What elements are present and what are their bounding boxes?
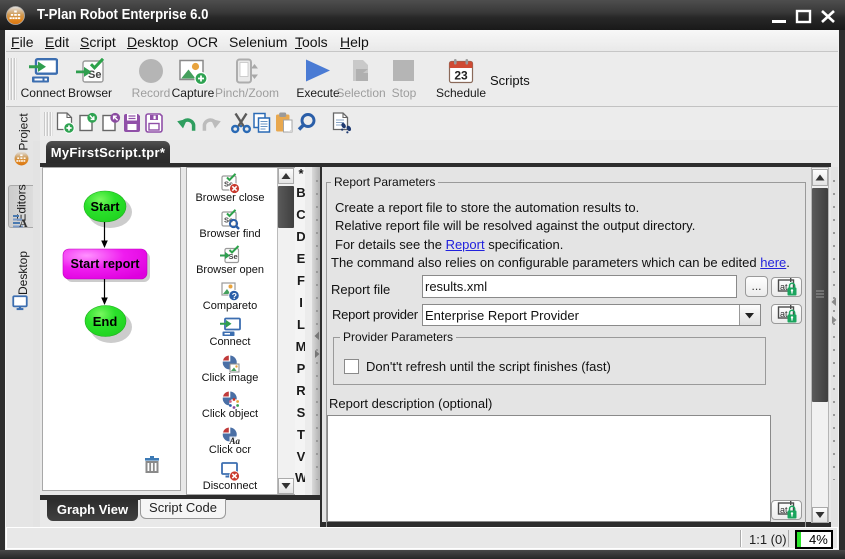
svg-text:Start report: Start report bbox=[71, 256, 141, 271]
svg-text:at: at bbox=[780, 282, 788, 292]
svg-text:Start: Start bbox=[91, 199, 121, 214]
svg-text:Se: Se bbox=[229, 252, 238, 261]
svg-text:Se: Se bbox=[88, 69, 101, 81]
svg-text:at: at bbox=[780, 505, 788, 515]
svg-text:23: 23 bbox=[454, 69, 468, 83]
svg-text:at: at bbox=[780, 309, 788, 319]
svg-text:A: A bbox=[19, 216, 28, 228]
svg-text:End: End bbox=[93, 314, 118, 329]
